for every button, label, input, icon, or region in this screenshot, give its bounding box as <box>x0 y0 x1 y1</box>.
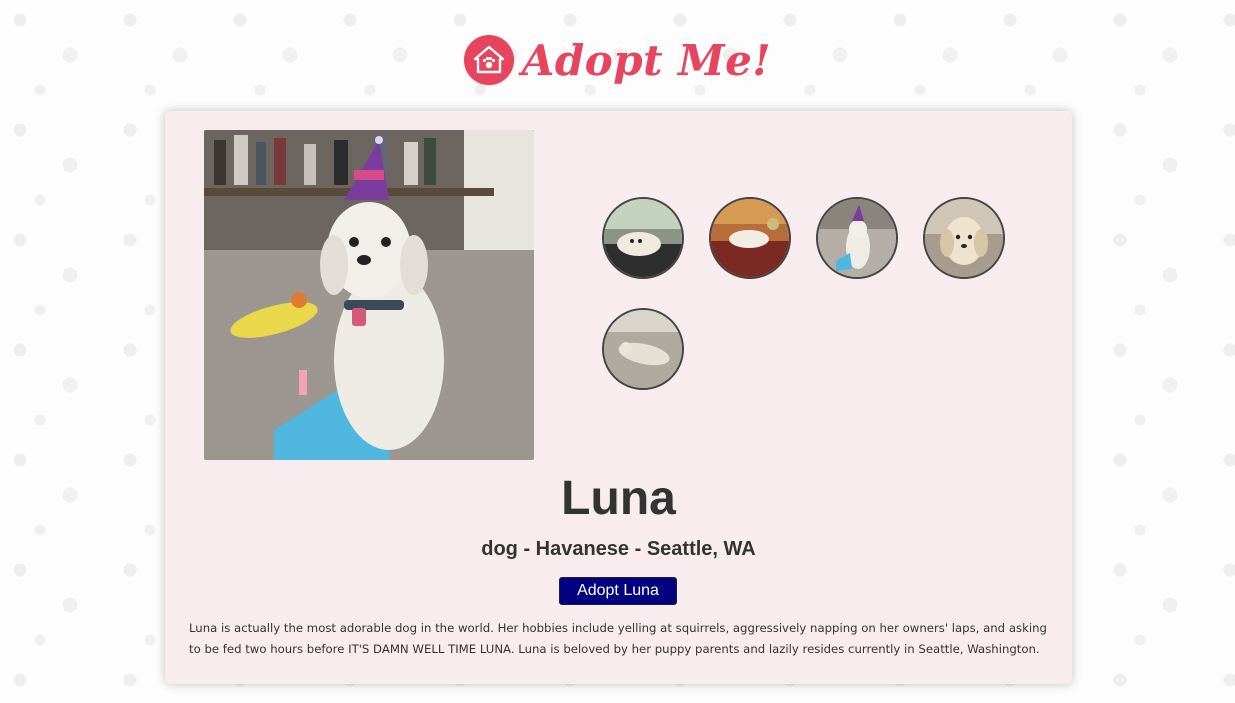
brand-logo-link[interactable]: Adopt Me! <box>463 35 772 85</box>
adopt-button[interactable]: Adopt Luna <box>559 577 677 605</box>
thumbnail-4[interactable] <box>923 197 1005 279</box>
pet-details-card: Luna dog - Havanese - Seattle, WA Adopt … <box>165 111 1072 684</box>
thumbnail-1[interactable] <box>602 197 684 279</box>
pet-description: Luna is actually the most adorable dog i… <box>189 621 1047 656</box>
pet-name: Luna <box>561 472 676 525</box>
thumbnail-2[interactable] <box>709 197 791 279</box>
thumbnail-5[interactable] <box>602 308 684 390</box>
house-paw-icon <box>463 35 514 85</box>
hero-photo <box>204 130 534 460</box>
thumbnail-gallery <box>602 197 1042 390</box>
thumbnail-3[interactable] <box>816 197 898 279</box>
site-header: Adopt Me! <box>0 25 1235 95</box>
brand-name: Adopt Me! <box>521 35 772 85</box>
pet-meta: dog - Havanese - Seattle, WA <box>481 538 756 560</box>
